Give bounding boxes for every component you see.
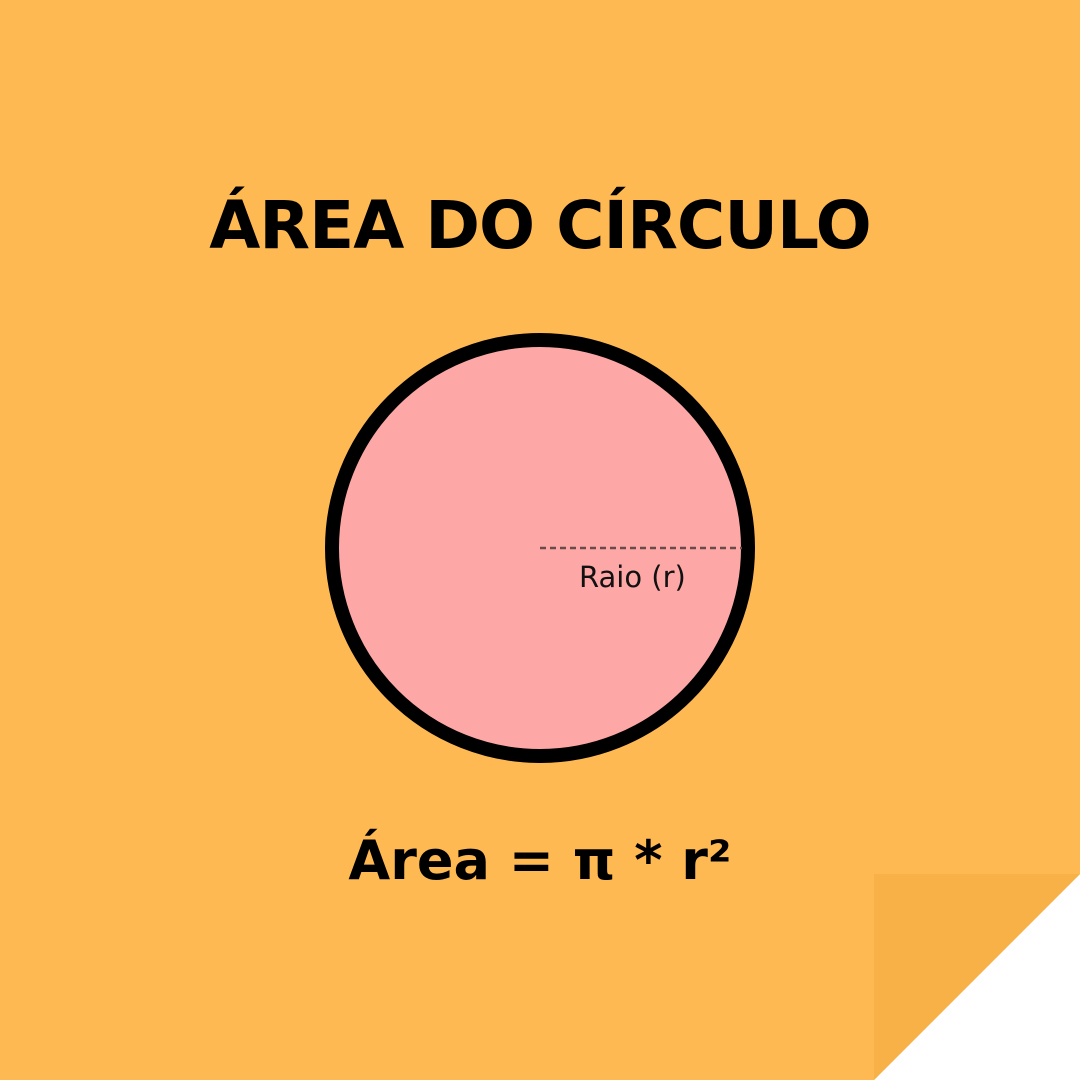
radius-label: Raio (r) (579, 560, 686, 594)
circle-diagram: Raio (r) (325, 333, 755, 763)
sticky-note-card: ÁREA DO CÍRCULO Raio (r) Área = π * r² (0, 0, 1080, 1080)
area-formula: Área = π * r² (348, 829, 732, 892)
